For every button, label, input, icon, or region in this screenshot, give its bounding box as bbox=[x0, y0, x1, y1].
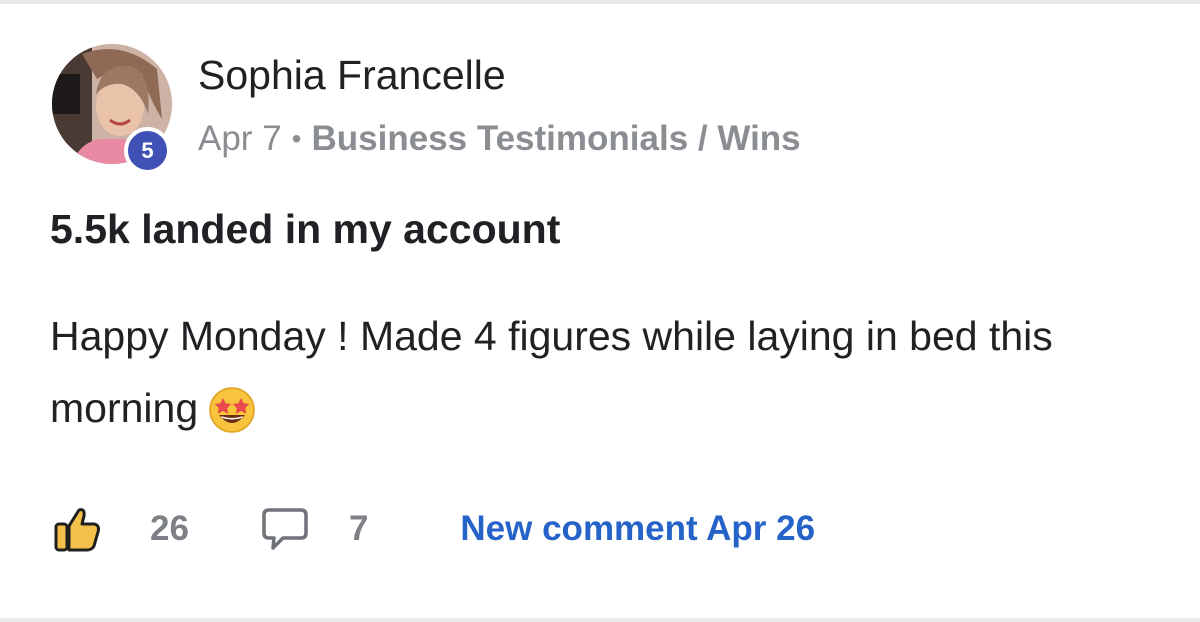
post-actions: 26 7 New comment Apr 26 bbox=[52, 504, 815, 554]
level-badge: 5 bbox=[124, 127, 171, 174]
comment-bubble-icon[interactable] bbox=[261, 506, 309, 552]
post-body-text: Happy Monday ! Made 4 figures while layi… bbox=[50, 313, 1053, 431]
star-struck-emoji-icon bbox=[208, 384, 256, 456]
post-category[interactable]: Business Testimonials / Wins bbox=[311, 119, 800, 159]
post-body[interactable]: Happy Monday ! Made 4 figures while layi… bbox=[50, 300, 1160, 456]
post-meta: Apr 7 • Business Testimonials / Wins bbox=[198, 119, 801, 159]
like-count: 26 bbox=[150, 509, 189, 548]
thumbs-up-icon[interactable] bbox=[52, 504, 102, 554]
post-date[interactable]: Apr 7 bbox=[198, 119, 282, 159]
meta-separator: • bbox=[291, 123, 302, 154]
post-title[interactable]: 5.5k landed in my account bbox=[50, 206, 560, 253]
post-card[interactable]: 5 Sophia Francelle Apr 7 • Business Test… bbox=[0, 4, 1200, 618]
new-comment-link[interactable]: New comment Apr 26 bbox=[460, 509, 815, 549]
author-avatar-wrapper[interactable]: 5 bbox=[52, 44, 172, 174]
author-name[interactable]: Sophia Francelle bbox=[198, 52, 506, 99]
comment-count: 7 bbox=[348, 509, 369, 548]
